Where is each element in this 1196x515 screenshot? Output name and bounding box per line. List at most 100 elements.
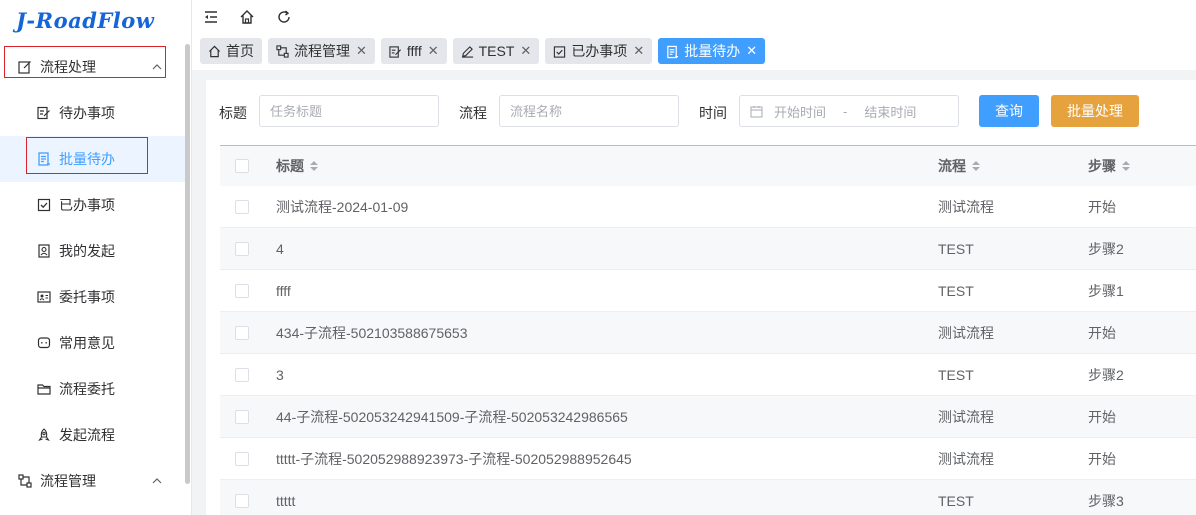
table-row[interactable]: 44-子流程-502053242941509-子流程-5020532429865… — [220, 396, 1196, 438]
refresh-icon[interactable] — [276, 9, 292, 25]
cell-title[interactable]: 3 — [276, 354, 284, 395]
cell-flow: TEST — [938, 282, 974, 299]
checked-box-icon — [37, 198, 51, 212]
row-checkbox[interactable] — [235, 241, 249, 256]
sort-icon[interactable] — [972, 161, 980, 171]
close-icon[interactable]: ✕ — [428, 43, 439, 59]
close-icon[interactable]: ✕ — [520, 43, 531, 59]
row-checkbox[interactable] — [235, 493, 249, 508]
sidebar-item[interactable]: 流程委托 — [0, 366, 185, 412]
tab[interactable]: 首页 — [200, 38, 262, 64]
tab-label: 批量待办 — [684, 43, 741, 59]
table-row[interactable]: 3 TEST 步骤2 — [220, 354, 1196, 396]
close-icon[interactable]: ✕ — [633, 43, 644, 59]
sidebar-scrollbar[interactable] — [185, 44, 190, 484]
tab[interactable]: 流程管理 ✕ — [268, 38, 375, 64]
cell-step: 开始 — [1088, 408, 1116, 425]
table-row[interactable]: 测试流程-2024-01-09 测试流程 开始 — [220, 186, 1196, 228]
cell-title[interactable]: ttttt — [276, 480, 295, 515]
cell-flow: 测试流程 — [938, 408, 994, 425]
cell-flow: TEST — [938, 366, 974, 383]
cell-step: 步骤2 — [1088, 366, 1124, 383]
chevron-up-icon — [151, 474, 163, 486]
menu-group-flow-management[interactable]: 流程管理 — [0, 460, 185, 502]
rocket-icon — [37, 428, 51, 442]
tab-label: 已办事项 — [571, 43, 628, 59]
id-card-icon — [37, 290, 51, 304]
sidebar-item[interactable]: 我的发起 — [0, 228, 185, 274]
date-range-picker[interactable]: 开始时间 - 结束时间 — [739, 95, 959, 127]
highlight-box — [26, 137, 148, 174]
start-date-input[interactable]: 开始时间 — [774, 102, 826, 121]
batch-process-button[interactable]: 批量处理 — [1051, 95, 1139, 127]
menu-fold-icon[interactable] — [203, 9, 219, 25]
calendar-icon — [750, 105, 763, 118]
select-all-checkbox[interactable] — [235, 159, 249, 173]
edit-doc-icon — [389, 45, 402, 58]
column-header-flow[interactable]: 流程 — [938, 146, 980, 186]
sidebar-item[interactable]: 待办事项 — [0, 90, 185, 136]
sidebar-item-label: 我的发起 — [59, 243, 115, 259]
cell-title[interactable]: 4 — [276, 228, 284, 269]
title-search-input[interactable] — [259, 95, 439, 127]
sidebar: J-RoadFlow 流程处理 待办事项 批量待办 已办事项 我的发起 委托事项 常用意见… — [0, 0, 192, 515]
sidebar-item-label: 常用意见 — [59, 335, 115, 351]
close-icon[interactable]: ✕ — [746, 43, 757, 59]
row-checkbox[interactable] — [235, 283, 249, 298]
app-logo: J-RoadFlow — [16, 8, 155, 33]
column-header-step[interactable]: 步骤 — [1088, 146, 1130, 186]
close-icon[interactable]: ✕ — [356, 43, 367, 59]
table-row[interactable]: ttttt-子流程-502052988923973-子流程-5020529889… — [220, 438, 1196, 480]
checked-box-icon — [553, 45, 566, 58]
sidebar-item[interactable]: 已办事项 — [0, 182, 185, 228]
flow-icon — [276, 44, 289, 58]
cell-title[interactable]: ttttt-子流程-502052988923973-子流程-5020529889… — [276, 438, 632, 479]
query-button[interactable]: 查询 — [979, 95, 1039, 127]
cell-step: 开始 — [1088, 324, 1116, 341]
cell-flow: TEST — [938, 492, 974, 509]
sidebar-item[interactable]: 发起流程 — [0, 412, 185, 458]
flow-icon — [18, 474, 32, 488]
flow-search-input[interactable] — [499, 95, 679, 127]
table-row[interactable]: ttttt TEST 步骤3 — [220, 480, 1196, 515]
tab-label: TEST — [478, 43, 515, 59]
table-row[interactable]: ffff TEST 步骤1 — [220, 270, 1196, 312]
row-checkbox[interactable] — [235, 325, 249, 340]
folder-icon — [37, 382, 51, 396]
row-checkbox[interactable] — [235, 367, 249, 382]
sidebar-item-label: 已办事项 — [59, 197, 115, 213]
cell-flow: TEST — [938, 240, 974, 257]
tab[interactable]: TEST ✕ — [452, 38, 540, 64]
chat-icon — [37, 336, 51, 350]
cell-title[interactable]: 434-子流程-502103588675653 — [276, 312, 467, 353]
top-bar — [192, 0, 1196, 36]
sort-icon[interactable] — [310, 161, 318, 171]
table-row[interactable]: 4 TEST 步骤2 — [220, 228, 1196, 270]
row-checkbox[interactable] — [235, 199, 249, 214]
sort-icon[interactable] — [1122, 161, 1130, 171]
end-date-input[interactable]: 结束时间 — [864, 102, 916, 121]
sidebar-item-label: 委托事项 — [59, 289, 115, 305]
tab[interactable]: 批量待办 ✕ — [658, 38, 766, 64]
task-table: 标题 流程 步骤 测试流程-2024-01-09 测试流程 开始 4 TEST 步骤2 ff… — [220, 145, 1196, 515]
cell-title[interactable]: ffff — [276, 270, 291, 311]
cell-step: 开始 — [1088, 450, 1116, 467]
sidebar-item[interactable]: 委托事项 — [0, 274, 185, 320]
sidebar-item[interactable]: 常用意见 — [0, 320, 185, 366]
table-row[interactable]: 434-子流程-502103588675653 测试流程 开始 — [220, 312, 1196, 354]
sidebar-item-label: 发起流程 — [59, 427, 115, 443]
sidebar-item-label: 流程委托 — [59, 381, 115, 397]
cell-flow: 测试流程 — [938, 198, 994, 215]
cell-title[interactable]: 测试流程-2024-01-09 — [276, 186, 408, 227]
cell-title[interactable]: 44-子流程-502053242941509-子流程-5020532429865… — [276, 396, 628, 437]
row-checkbox[interactable] — [235, 409, 249, 424]
home-icon[interactable] — [239, 9, 255, 25]
tab-label: ffff — [406, 43, 422, 59]
tab[interactable]: 已办事项 ✕ — [545, 38, 653, 64]
row-checkbox[interactable] — [235, 451, 249, 466]
tab-label: 首页 — [226, 43, 254, 59]
cell-flow: 测试流程 — [938, 324, 994, 341]
tab[interactable]: ffff ✕ — [380, 38, 447, 64]
date-separator: - — [843, 103, 848, 119]
column-header-title[interactable]: 标题 — [276, 146, 318, 186]
